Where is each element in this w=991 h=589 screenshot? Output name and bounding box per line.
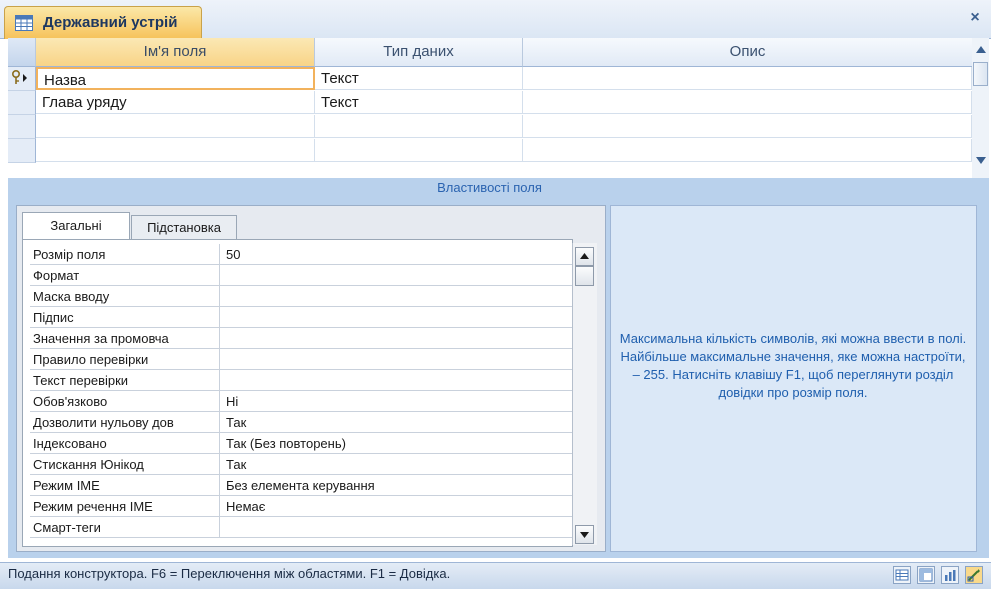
scroll-down-arrow-icon[interactable] bbox=[974, 156, 988, 166]
row-selector[interactable] bbox=[8, 115, 36, 139]
description-cell[interactable] bbox=[523, 67, 972, 90]
property-label: Значення за промовча bbox=[30, 328, 220, 349]
design-view-icon bbox=[967, 569, 980, 582]
scroll-up-arrow-icon bbox=[580, 253, 589, 259]
property-label: Індексовано bbox=[30, 433, 220, 454]
property-scrollbar[interactable] bbox=[572, 243, 597, 545]
property-label: Маска вводу bbox=[30, 286, 220, 307]
field-properties-label: Властивості поля bbox=[437, 180, 542, 195]
column-header-field-name[interactable]: Ім'я поля bbox=[36, 38, 315, 67]
property-value[interactable] bbox=[220, 328, 572, 349]
help-text: Максимальна кількість символів, які можн… bbox=[619, 331, 967, 400]
row-selector[interactable] bbox=[8, 91, 36, 115]
column-header-description[interactable]: Опис bbox=[523, 38, 973, 67]
scroll-up-button[interactable] bbox=[575, 247, 594, 266]
property-value[interactable] bbox=[220, 286, 572, 307]
property-value[interactable]: Так (Без повторень) bbox=[220, 433, 572, 454]
property-value[interactable] bbox=[220, 517, 572, 538]
property-label: Обов'язково bbox=[30, 391, 220, 412]
data-type-cell[interactable]: Текст bbox=[315, 67, 523, 90]
scroll-up-arrow-icon[interactable] bbox=[974, 44, 988, 54]
scroll-down-arrow-icon bbox=[580, 532, 589, 538]
pivot-chart-icon bbox=[945, 570, 956, 581]
scroll-down-button[interactable] bbox=[575, 525, 594, 544]
data-type-cell[interactable] bbox=[315, 115, 523, 138]
row-selector[interactable] bbox=[8, 139, 36, 163]
field-name-cell[interactable] bbox=[36, 139, 315, 162]
description-cell[interactable] bbox=[523, 139, 972, 162]
property-label: Текст перевірки bbox=[30, 370, 220, 391]
property-scroll-thumb[interactable] bbox=[575, 266, 594, 286]
pivot-table-view-button[interactable] bbox=[917, 566, 935, 584]
property-label: Режим речення IME bbox=[30, 496, 220, 517]
property-label: Стискання Юнікод bbox=[30, 454, 220, 475]
property-value[interactable] bbox=[220, 370, 572, 391]
table-icon bbox=[15, 15, 33, 31]
document-tab[interactable]: Державний устрій bbox=[4, 6, 202, 39]
field-name-cell[interactable] bbox=[36, 115, 315, 138]
status-text: Подання конструктора. F6 = Переключення … bbox=[8, 566, 451, 581]
property-label: Підпис bbox=[30, 307, 220, 328]
property-value[interactable]: Так bbox=[220, 412, 572, 433]
select-all-cell[interactable] bbox=[8, 38, 36, 67]
pivot-table-icon bbox=[919, 568, 933, 582]
design-view-button[interactable] bbox=[965, 566, 983, 584]
pivot-chart-view-button[interactable] bbox=[941, 566, 959, 584]
property-value[interactable]: Ні bbox=[220, 391, 572, 412]
property-label: Розмір поля bbox=[30, 244, 220, 265]
property-label: Смарт-теги bbox=[30, 517, 220, 538]
description-cell[interactable] bbox=[523, 115, 972, 138]
property-label: Формат bbox=[30, 265, 220, 286]
property-value[interactable]: Без елемента керування bbox=[220, 475, 572, 496]
row-selector[interactable] bbox=[8, 67, 36, 91]
property-value[interactable]: Немає bbox=[220, 496, 572, 517]
column-header-data-type[interactable]: Тип даних bbox=[315, 38, 523, 67]
property-value[interactable]: Так bbox=[220, 454, 572, 475]
property-label: Дозволити нульову дов bbox=[30, 412, 220, 433]
property-value[interactable] bbox=[220, 349, 572, 370]
field-name-cell[interactable]: Глава уряду bbox=[36, 91, 315, 114]
datasheet-view-icon bbox=[895, 569, 909, 581]
primary-key-icon bbox=[12, 69, 27, 84]
description-cell[interactable] bbox=[523, 91, 972, 114]
field-name-cell[interactable]: Назва bbox=[36, 67, 315, 90]
property-label: Режим IME bbox=[30, 475, 220, 496]
property-value[interactable] bbox=[220, 265, 572, 286]
document-tab-title: Державний устрій bbox=[43, 14, 178, 31]
data-type-cell[interactable] bbox=[315, 139, 523, 162]
property-label: Правило перевірки bbox=[30, 349, 220, 370]
grid-scroll-thumb[interactable] bbox=[973, 62, 988, 86]
datasheet-view-button[interactable] bbox=[893, 566, 911, 584]
property-value[interactable]: 50 bbox=[220, 244, 572, 265]
data-type-cell[interactable]: Текст bbox=[315, 91, 523, 114]
tab-general[interactable]: Загальні bbox=[22, 212, 130, 240]
property-value[interactable] bbox=[220, 307, 572, 328]
close-icon[interactable]: × bbox=[966, 8, 984, 28]
tab-lookup[interactable]: Підстановка bbox=[131, 215, 237, 239]
